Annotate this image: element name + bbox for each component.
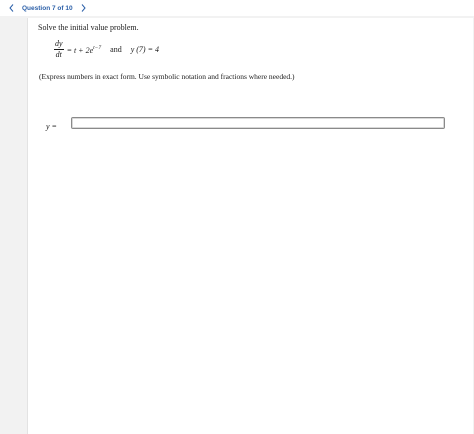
derivative-denominator: dt [55,50,62,59]
equation-rhs: = t + 2et−7 [67,45,102,55]
derivative-numerator: dy [54,39,64,50]
chevron-left-icon[interactable] [6,1,16,15]
rhs-expression: = t + 2e [66,45,94,55]
answer-input[interactable] [71,117,445,129]
initial-condition: y (7) = 4 [130,45,159,54]
instruction-note: (Express numbers in exact form. Use symb… [39,72,295,81]
question-counter: Question 7 of 10 [22,4,73,12]
question-navigation: Question 7 of 10 [6,0,89,16]
derivative-fraction: dy dt [54,40,64,59]
answer-label: y = [46,122,57,131]
rhs-exponent: t−7 [93,44,102,51]
and-word: and [110,45,122,54]
question-panel: Solve the initial value problem. dy dt =… [27,18,473,434]
question-prompt: Solve the initial value problem. [38,23,139,32]
top-bar: Question 7 of 10 [0,0,474,16]
chevron-right-icon[interactable] [79,1,89,15]
differential-equation: dy dt = t + 2et−7 and y (7) = 4 [54,40,159,59]
